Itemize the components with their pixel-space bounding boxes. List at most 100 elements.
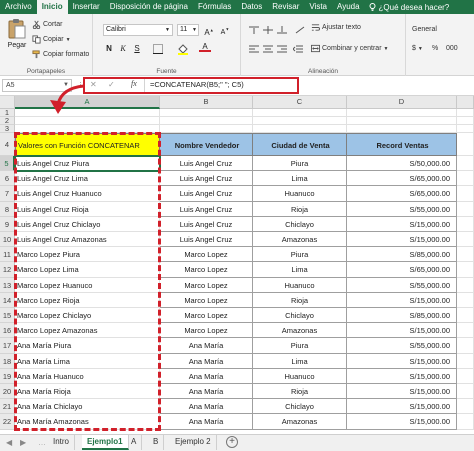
align-center-icon[interactable] — [263, 45, 273, 53]
data-cell-record[interactable]: S/15,000.00 — [347, 216, 457, 232]
sheet-tab-1[interactable]: Ejemplo1 — [82, 435, 129, 450]
copy-button[interactable]: Copiar ▼ — [32, 35, 71, 44]
empty-cell[interactable] — [15, 125, 160, 133]
data-cell-city[interactable]: Chiclayo — [253, 399, 347, 415]
data-cell-city[interactable]: Piura — [253, 247, 347, 263]
column-header-d[interactable]: D — [347, 96, 457, 109]
data-cell-record[interactable]: S/85,000.00 — [347, 247, 457, 263]
data-cell-vendor[interactable]: Luis Angel Cruz — [160, 171, 253, 187]
concat-result-cell[interactable]: Ana María Amazonas — [15, 414, 160, 430]
data-cell-record[interactable]: S/55,000.00 — [347, 277, 457, 293]
data-cell-vendor[interactable]: Marco Lopez — [160, 308, 253, 324]
row-header-7[interactable]: 7 — [0, 186, 15, 202]
empty-cell[interactable] — [457, 216, 474, 232]
format-painter-button[interactable]: Copiar formato — [32, 50, 89, 59]
row-header-18[interactable]: 18 — [0, 353, 15, 369]
row-header-19[interactable]: 19 — [0, 368, 15, 384]
number-format-select[interactable]: General — [412, 26, 437, 33]
data-cell-city[interactable]: Huanuco — [253, 277, 347, 293]
empty-cell[interactable] — [457, 125, 474, 133]
fill-color-icon[interactable] — [177, 43, 189, 55]
empty-cell[interactable] — [457, 171, 474, 187]
data-cell-city[interactable]: Huanuco — [253, 186, 347, 202]
data-cell-city[interactable]: Chiclayo — [253, 308, 347, 324]
data-cell-city[interactable]: Chiclayo — [253, 216, 347, 232]
empty-cell[interactable] — [457, 109, 474, 117]
align-left-icon[interactable] — [249, 45, 259, 53]
bold-button[interactable]: N — [103, 43, 115, 54]
empty-cell[interactable] — [253, 109, 347, 117]
data-cell-city[interactable]: Piura — [253, 156, 347, 172]
empty-cell[interactable] — [457, 156, 474, 172]
empty-cell[interactable] — [457, 277, 474, 293]
empty-cell[interactable] — [457, 201, 474, 217]
row-header-5[interactable]: 5 — [0, 156, 15, 172]
data-cell-vendor[interactable]: Luis Angel Cruz — [160, 156, 253, 172]
concat-result-cell[interactable]: Marco Lopez Lima — [15, 262, 160, 278]
concat-result-cell[interactable]: Luis Angel Cruz Chiclayo — [15, 216, 160, 232]
data-cell-record[interactable]: S/85,000.00 — [347, 308, 457, 324]
menu-item-7[interactable]: Vista — [304, 0, 332, 14]
sheet-tab-4[interactable]: Ejemplo 2 — [170, 435, 217, 450]
paste-button[interactable]: Pegar — [4, 18, 30, 58]
empty-cell[interactable] — [457, 308, 474, 324]
concat-result-cell[interactable]: Ana María Chiclayo — [15, 399, 160, 415]
concat-result-cell[interactable]: Ana María Rioja — [15, 384, 160, 400]
data-cell-record[interactable]: S/50,000.00 — [347, 156, 457, 172]
data-cell-city[interactable]: Amazonas — [253, 232, 347, 248]
tell-me-search[interactable]: ¿Qué desea hacer? — [369, 3, 449, 12]
empty-cell[interactable] — [347, 117, 457, 125]
concat-result-cell[interactable]: Luis Angel Cruz Huanuco — [15, 186, 160, 202]
data-cell-city[interactable]: Lima — [253, 262, 347, 278]
row-header-20[interactable]: 20 — [0, 384, 15, 400]
enter-icon[interactable]: ✓ — [108, 80, 115, 89]
font-color-button[interactable]: A — [199, 42, 211, 52]
data-cell-vendor[interactable]: Luis Angel Cruz — [160, 232, 253, 248]
next-sheet-icon[interactable]: ▶ — [20, 438, 26, 447]
empty-cell[interactable] — [160, 117, 253, 125]
data-cell-city[interactable]: Lima — [253, 171, 347, 187]
header-cell-concat[interactable]: Valores con Función CONCATENAR — [15, 133, 160, 156]
align-right-icon[interactable] — [277, 45, 287, 53]
data-cell-city[interactable]: Lima — [253, 353, 347, 369]
data-cell-vendor[interactable]: Ana María — [160, 368, 253, 384]
empty-cell[interactable] — [253, 125, 347, 133]
data-cell-vendor[interactable]: Marco Lopez — [160, 247, 253, 263]
orientation-icon[interactable] — [295, 26, 305, 34]
formula-input[interactable]: =CONCATENAR(B5;" "; C5) — [150, 80, 244, 89]
empty-cell[interactable] — [347, 109, 457, 117]
empty-cell[interactable] — [457, 292, 474, 308]
row-header-11[interactable]: 11 — [0, 247, 15, 263]
menu-item-3[interactable]: Disposición de página — [105, 0, 193, 14]
insert-function-button[interactable]: fx — [131, 79, 137, 88]
row-header-22[interactable]: 22 — [0, 414, 15, 430]
menu-item-8[interactable]: Ayuda — [332, 0, 365, 14]
concat-result-cell[interactable]: Ana María Piura — [15, 338, 160, 354]
data-cell-record[interactable]: S/15,000.00 — [347, 384, 457, 400]
add-sheet-icon[interactable]: + — [226, 436, 238, 448]
font-size-select[interactable]: 11 ▼ — [177, 24, 199, 36]
data-cell-city[interactable]: Rioja — [253, 292, 347, 308]
borders-icon[interactable] — [153, 44, 163, 54]
menu-item-6[interactable]: Revisar — [267, 0, 304, 14]
empty-cell[interactable] — [160, 109, 253, 117]
row-header-17[interactable]: 17 — [0, 338, 15, 354]
row-header-8[interactable]: 8 — [0, 201, 15, 217]
empty-cell[interactable] — [457, 368, 474, 384]
data-cell-city[interactable]: Amazonas — [253, 323, 347, 339]
italic-button[interactable]: K — [117, 43, 129, 54]
wrap-text-button[interactable]: Ajustar texto — [311, 23, 361, 32]
header-cell-city[interactable]: Ciudad de Venta — [253, 133, 347, 156]
prev-sheet-icon[interactable]: ◀ — [6, 438, 12, 447]
sheet-tab-3[interactable]: B — [148, 435, 165, 450]
cut-button[interactable]: Cortar — [32, 20, 62, 29]
font-name-select[interactable]: Calibri ▼ — [103, 24, 173, 36]
empty-cell[interactable] — [457, 247, 474, 263]
data-cell-record[interactable]: S/55,000.00 — [347, 338, 457, 354]
row-header-12[interactable]: 12 — [0, 262, 15, 278]
empty-cell[interactable] — [457, 262, 474, 278]
data-cell-vendor[interactable]: Ana María — [160, 414, 253, 430]
data-cell-record[interactable]: S/15,000.00 — [347, 323, 457, 339]
data-cell-record[interactable]: S/15,000.00 — [347, 399, 457, 415]
menu-item-4[interactable]: Fórmulas — [193, 0, 236, 14]
